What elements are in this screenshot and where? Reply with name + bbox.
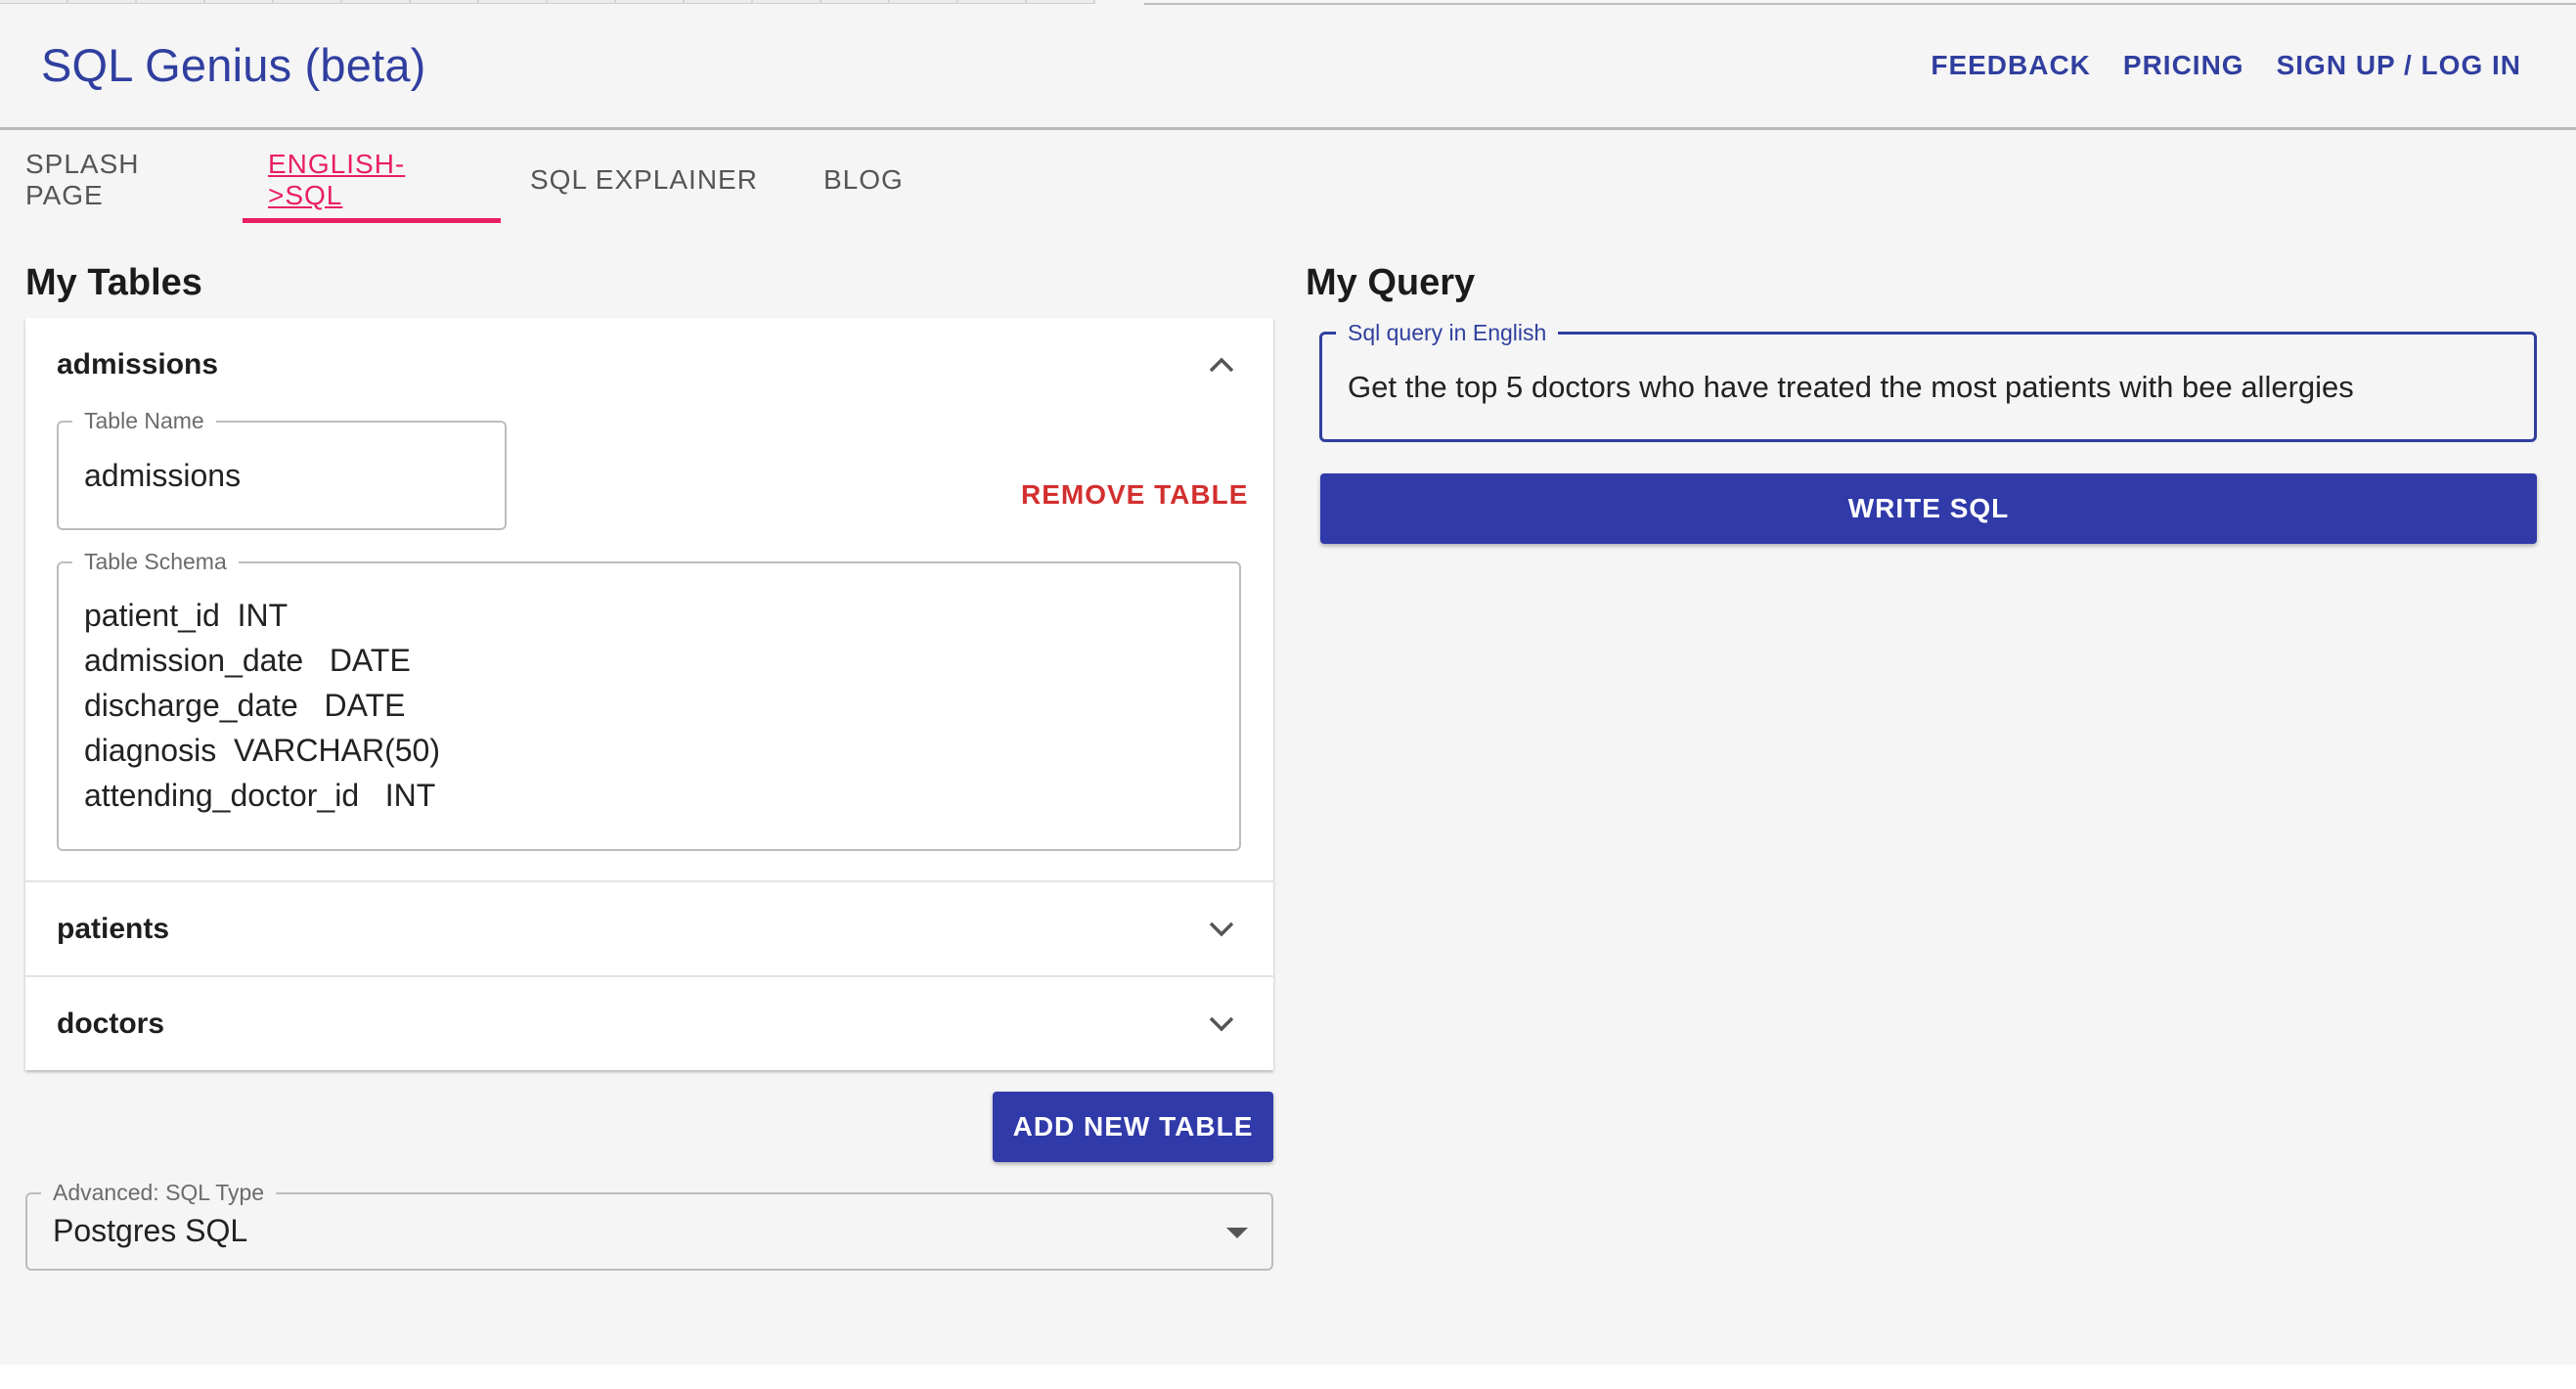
caret-down-icon [1226, 1228, 1248, 1238]
schema-line: admission_date DATE [84, 643, 411, 678]
schema-line: attending_doctor_id INT [84, 778, 436, 813]
table-panel-header[interactable]: doctors [25, 977, 1273, 1070]
table-name-field[interactable]: Table Name admissions [57, 408, 507, 530]
table-panel-header[interactable]: admissions [25, 318, 1273, 411]
my-tables-heading: My Tables [25, 262, 202, 303]
chevron-up-icon[interactable] [1203, 346, 1240, 383]
chevron-down-icon[interactable] [1203, 1006, 1240, 1043]
header-nav: FEEDBACK PRICING SIGN UP / LOG IN [1931, 50, 2521, 81]
table-panel-title: patients [57, 912, 170, 945]
add-new-table-button[interactable]: ADD NEW TABLE [993, 1092, 1273, 1162]
table-schema-field[interactable]: Table Schema patient_id INT admission_da… [57, 549, 1241, 851]
sql-type-value: Postgres SQL [53, 1213, 248, 1248]
table-panel-body: Table Name admissions REMOVE TABLE Table… [25, 408, 1273, 880]
tables-accordion: admissions Table Name admissions REMOVE … [25, 318, 1273, 1070]
schema-text: patient_id INT admission_date DATE disch… [84, 593, 440, 818]
table-schema-label: Table Schema [72, 549, 239, 575]
main-tabs: SPLASH PAGE ENGLISH->SQL SQL EXPLAINER B… [0, 137, 903, 225]
sql-type-select[interactable]: Advanced: SQL Type Postgres SQL [25, 1180, 1273, 1271]
app-title[interactable]: SQL Genius (beta) [41, 38, 426, 92]
english-query-input[interactable]: Sql query in English Get the top 5 docto… [1319, 320, 2537, 442]
schema-line: discharge_date DATE [84, 688, 406, 723]
english-query-label: Sql query in English [1336, 320, 1559, 346]
tab-sql-explainer[interactable]: SQL EXPLAINER [501, 137, 784, 223]
tab-blog[interactable]: BLOG [784, 137, 903, 223]
sql-type-label: Advanced: SQL Type [41, 1180, 277, 1206]
table-panel-doctors: doctors [25, 977, 1273, 1070]
tab-english-to-sql[interactable]: ENGLISH->SQL [243, 137, 501, 223]
english-query-value: Get the top 5 doctors who have treated t… [1348, 370, 2354, 404]
remove-table-button[interactable]: REMOVE TABLE [1021, 479, 1248, 511]
table-name-label: Table Name [72, 408, 216, 434]
feedback-link[interactable]: FEEDBACK [1931, 50, 2091, 81]
schema-line: diagnosis VARCHAR(50) [84, 733, 440, 768]
pricing-link[interactable]: PRICING [2123, 50, 2244, 81]
table-panel-header[interactable]: patients [25, 882, 1273, 975]
write-sql-button[interactable]: WRITE SQL [1320, 473, 2537, 544]
table-panel-title: doctors [57, 1007, 165, 1040]
table-panel-admissions: admissions Table Name admissions REMOVE … [25, 318, 1273, 882]
tab-splash-page[interactable]: SPLASH PAGE [0, 137, 243, 223]
table-name-value: admissions [84, 458, 242, 493]
my-query-heading: My Query [1306, 262, 1476, 303]
signup-login-link[interactable]: SIGN UP / LOG IN [2277, 50, 2521, 81]
app-header: SQL Genius (beta) FEEDBACK PRICING SIGN … [0, 5, 2576, 130]
schema-line: patient_id INT [84, 598, 289, 633]
table-panel-title: admissions [57, 347, 219, 381]
table-panel-patients: patients [25, 882, 1273, 977]
chevron-down-icon[interactable] [1203, 911, 1240, 948]
